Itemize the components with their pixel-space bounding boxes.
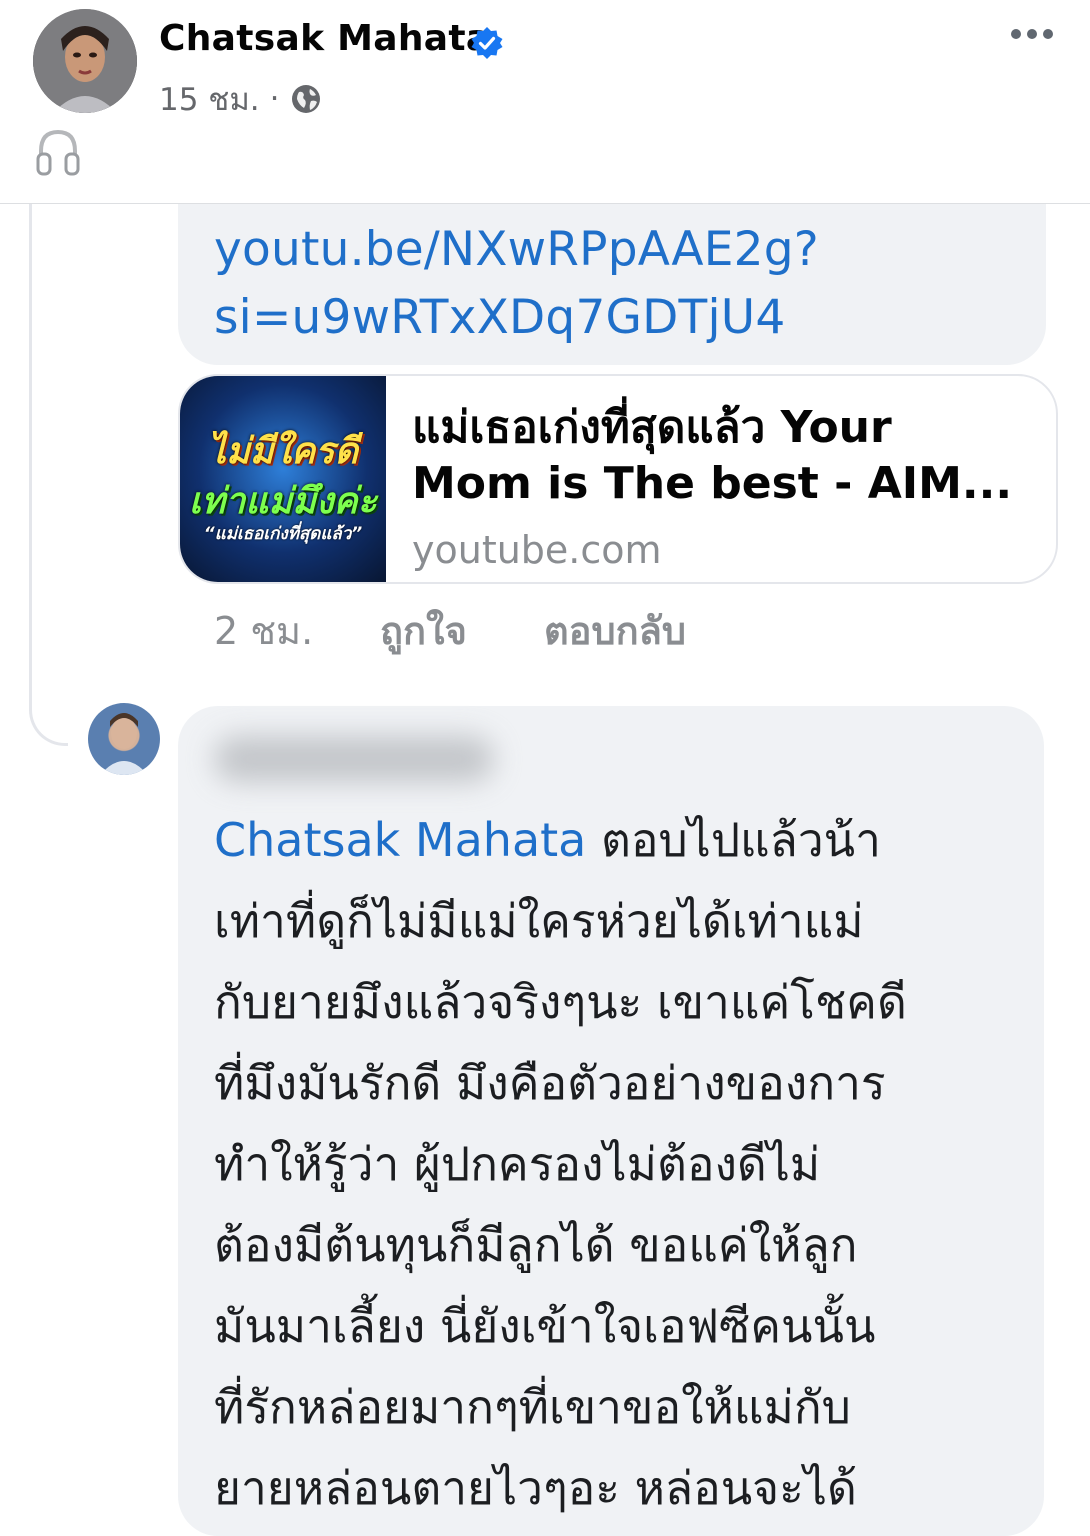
comment-line: มันมาเลี้ยง นี่ยังเข้าใจเอฟซีคนนั้น [214, 1299, 876, 1353]
globe-icon[interactable] [290, 83, 322, 115]
comment-timestamp[interactable]: 2 ชม. [214, 600, 313, 661]
author-avatar-image [33, 9, 137, 113]
post-time[interactable]: 15 ชม. [159, 74, 260, 124]
link-card-title: แม่เธอเก่งที่สุดแล้ว Your [412, 402, 892, 453]
comment-line: กับยายมึงแล้วจริงๆนะ เขาแค่โชคดี [214, 975, 907, 1029]
comment-line: Chatsak Mahata ตอบไปแล้วน้า [214, 800, 1034, 881]
headphones-icon [36, 129, 80, 176]
verified-badge-icon [471, 27, 503, 59]
video-thumbnail: ไม่มีใครดี เท่าแม่มึงค่ะ “แม่เธอเก่งที่ส… [180, 376, 386, 582]
meta-separator: · [269, 81, 280, 117]
more-options-icon[interactable] [1008, 22, 1056, 46]
thumbnail-title-line-1: ไม่มีใครดี [208, 431, 358, 472]
thread-connector-line [29, 203, 68, 746]
comment-line: ทำให้รู้ว่า ผู้ปกครองไม่ต้องดีไม่ [214, 1137, 821, 1191]
comment-line: เท่าที่ดูก็ไม่มีแม่ใครห่วยได้เท่าแม่ [214, 894, 864, 948]
comment-line: ที่รักหล่อยมากๆที่เขาขอให้แม่กับ [214, 1380, 851, 1434]
link-card-title-continued: Mom is The best - AIM... [412, 458, 1013, 509]
reply-button[interactable]: ตอบกลับ [544, 600, 686, 661]
like-button[interactable]: ถูกใจ [380, 600, 467, 661]
youtube-link-preview-card[interactable]: ไม่มีใครดี เท่าแม่มึงค่ะ “แม่เธอเก่งที่ส… [178, 374, 1058, 584]
comment-line: ต้องมีต้นทุนก็มีลูกได้ ขอแค่ให้ลูก [214, 1218, 858, 1272]
link-card-domain: youtube.com [412, 528, 662, 572]
commenter-avatar[interactable] [88, 703, 160, 775]
comment-line: ยายหล่อนตายไวๆอะ หล่อนจะได้ [214, 1461, 857, 1515]
comment-link-url-continued[interactable]: si=u9wRTxXDq7GDTjU4 [214, 290, 785, 345]
post-header: Chatsak Mahata 15 ชม. · [0, 0, 1090, 204]
author-name[interactable]: Chatsak Mahata [159, 18, 491, 59]
commenter-avatar-image [100, 713, 148, 775]
post-meta: 15 ชม. · [159, 74, 322, 124]
reply-comment-text: Chatsak Mahata ตอบไปแล้วน้า เท่าที่ดูก็ไ… [214, 800, 1034, 1529]
author-avatar[interactable] [33, 9, 137, 113]
comment-link-url[interactable]: youtu.be/NXwRPpAAE2g? [214, 222, 819, 277]
redacted-commenter-name [214, 736, 494, 782]
comment-line-text: ตอบไปแล้วน้า [586, 813, 881, 867]
comment-line: ที่มึงมันรักดี มึงคือตัวอย่างของการ [214, 1056, 886, 1110]
thumbnail-subtitle: “แม่เธอเก่งที่สุดแล้ว” [203, 524, 363, 544]
author-mention-link[interactable]: Chatsak Mahata [214, 813, 586, 867]
